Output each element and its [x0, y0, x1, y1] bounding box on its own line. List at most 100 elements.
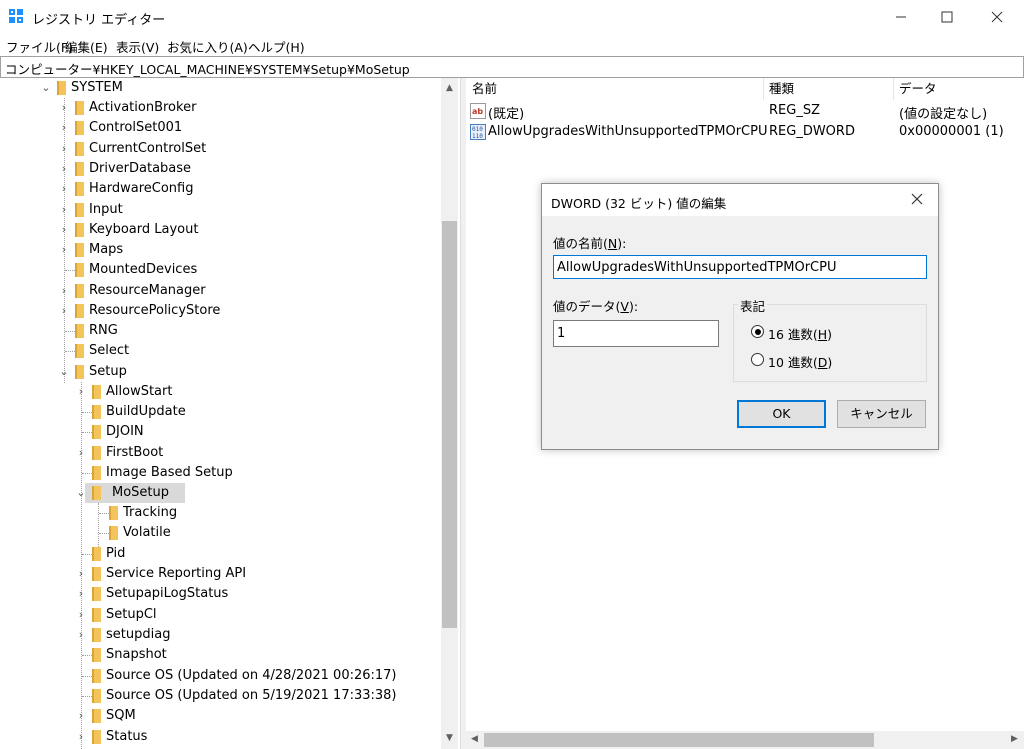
tree-guide-line	[65, 331, 75, 332]
chevron-right-icon[interactable]: ›	[75, 607, 87, 623]
address-path: コンピューター¥HKEY_LOCAL_MACHINE¥SYSTEM¥Setup¥…	[5, 62, 410, 77]
menu-help[interactable]: ヘルプ(H)	[248, 37, 305, 56]
dialog-title: DWORD (32 ビット) 値の編集	[551, 196, 727, 211]
chevron-right-icon[interactable]: ›	[58, 141, 70, 157]
folder-icon	[75, 101, 84, 115]
folder-icon	[92, 547, 101, 561]
folder-icon	[75, 304, 84, 318]
cancel-button[interactable]: キャンセル	[837, 400, 926, 428]
chevron-down-icon[interactable]: ⌄	[75, 485, 87, 501]
scrollbar-thumb[interactable]	[484, 733, 874, 747]
tree-guide-line	[82, 655, 92, 656]
scroll-down-icon[interactable]: ▼	[441, 730, 458, 747]
folder-icon	[75, 324, 84, 338]
value-data-field[interactable]: 1	[553, 320, 719, 347]
svg-text:010: 010	[472, 126, 483, 133]
menu-favorites[interactable]: お気に入り(A)	[167, 37, 248, 56]
chevron-right-icon[interactable]: ›	[58, 100, 70, 116]
folder-icon	[109, 506, 118, 520]
tree-guide-line	[65, 351, 75, 352]
chevron-right-icon[interactable]: ›	[75, 566, 87, 582]
folder-icon	[75, 243, 84, 257]
tree-vertical-scrollbar[interactable]: ▲ ▼	[441, 78, 458, 749]
chevron-right-icon[interactable]: ›	[58, 202, 70, 218]
column-header-data[interactable]: データ	[899, 78, 937, 100]
list-item[interactable]: 010 110 AllowUpgradesWithUnsupportedTPMO…	[466, 122, 1024, 143]
tree-guide-line	[82, 432, 92, 433]
tree-guide-line	[99, 513, 109, 514]
tree-guide-line	[98, 503, 99, 547]
chevron-right-icon[interactable]: ›	[75, 445, 87, 461]
column-separator[interactable]	[763, 78, 764, 100]
decimal-radio-label[interactable]: 10 進数(D)	[768, 352, 832, 371]
column-header-type[interactable]: 種類	[769, 78, 794, 100]
chevron-right-icon[interactable]: ›	[58, 303, 70, 319]
scroll-up-icon[interactable]: ▲	[441, 80, 458, 97]
folder-icon	[92, 405, 101, 419]
ok-button[interactable]: OK	[737, 400, 826, 428]
folder-icon	[57, 81, 66, 95]
close-window-button[interactable]	[974, 0, 1020, 34]
folder-icon	[92, 709, 101, 723]
folder-icon	[92, 648, 101, 662]
chevron-right-icon[interactable]: ›	[58, 120, 70, 136]
scroll-right-icon[interactable]: ▶	[1006, 731, 1023, 748]
folder-icon	[75, 142, 84, 156]
edit-dword-dialog: DWORD (32 ビット) 値の編集 値の名前(N): AllowUpgrad…	[541, 183, 939, 450]
close-icon	[991, 11, 1003, 23]
folder-icon	[92, 425, 101, 439]
scrollbar-thumb[interactable]	[442, 221, 457, 628]
folder-icon	[75, 203, 84, 217]
chevron-right-icon[interactable]: ›	[75, 627, 87, 643]
hex-radio-label[interactable]: 16 進数(H)	[768, 324, 832, 343]
menu-file[interactable]: ファイル(F)	[6, 37, 73, 56]
chevron-right-icon[interactable]: ›	[75, 729, 87, 745]
dialog-close-button[interactable]	[902, 188, 932, 212]
folder-icon	[109, 526, 118, 540]
value-data-label: 値のデータ(V):	[553, 299, 639, 314]
tree-guide-line	[82, 412, 92, 413]
hex-radio[interactable]	[751, 325, 764, 338]
folder-icon	[75, 182, 84, 196]
binary-value-icon: 010 110	[470, 124, 486, 140]
list-item[interactable]: ab (既定) REG_SZ (値の設定なし)	[466, 101, 1024, 122]
folder-icon	[75, 223, 84, 237]
folder-icon	[92, 486, 101, 500]
svg-text:110: 110	[472, 133, 483, 140]
address-bar[interactable]: コンピューター¥HKEY_LOCAL_MACHINE¥SYSTEM¥Setup¥…	[0, 56, 1024, 78]
title-bar: レジストリ エディター	[0, 0, 1024, 34]
chevron-right-icon[interactable]: ›	[75, 708, 87, 724]
column-header-name[interactable]: 名前	[472, 78, 497, 100]
maximize-button[interactable]	[924, 0, 970, 34]
chevron-down-icon[interactable]: ⌄	[40, 80, 52, 96]
folder-icon	[92, 669, 101, 683]
minimize-button[interactable]	[878, 0, 924, 34]
maximize-icon	[941, 11, 953, 23]
column-separator[interactable]	[893, 78, 894, 100]
decimal-radio[interactable]	[751, 353, 764, 366]
list-horizontal-scrollbar[interactable]: ◀ ▶	[466, 731, 1024, 749]
value-name-field[interactable]: AllowUpgradesWithUnsupportedTPMOrCPU	[553, 255, 927, 279]
value-name-label: 値の名前(N):	[553, 236, 627, 251]
chevron-right-icon[interactable]: ›	[58, 181, 70, 197]
chevron-right-icon[interactable]: ›	[58, 161, 70, 177]
tree-guide-line	[99, 533, 109, 534]
chevron-down-icon[interactable]: ⌄	[58, 364, 70, 380]
folder-icon	[92, 628, 101, 642]
minimize-icon	[896, 16, 906, 18]
chevron-right-icon[interactable]: ›	[58, 222, 70, 238]
chevron-right-icon[interactable]: ›	[58, 242, 70, 258]
menu-bar: ファイル(F) 編集(E) 表示(V) お気に入り(A) ヘルプ(H)	[0, 34, 1024, 56]
string-value-icon: ab	[470, 103, 486, 119]
chevron-right-icon[interactable]: ›	[75, 384, 87, 400]
regedit-app-icon	[9, 9, 23, 23]
folder-icon	[92, 567, 101, 581]
menu-view[interactable]: 表示(V)	[116, 37, 159, 56]
folder-icon	[75, 365, 84, 379]
tree-guide-line	[65, 270, 75, 271]
chevron-right-icon[interactable]: ›	[75, 586, 87, 602]
menu-edit[interactable]: 編集(E)	[65, 37, 108, 56]
scroll-left-icon[interactable]: ◀	[466, 731, 483, 748]
chevron-right-icon[interactable]: ›	[58, 283, 70, 299]
tree-guide-line	[82, 676, 92, 677]
